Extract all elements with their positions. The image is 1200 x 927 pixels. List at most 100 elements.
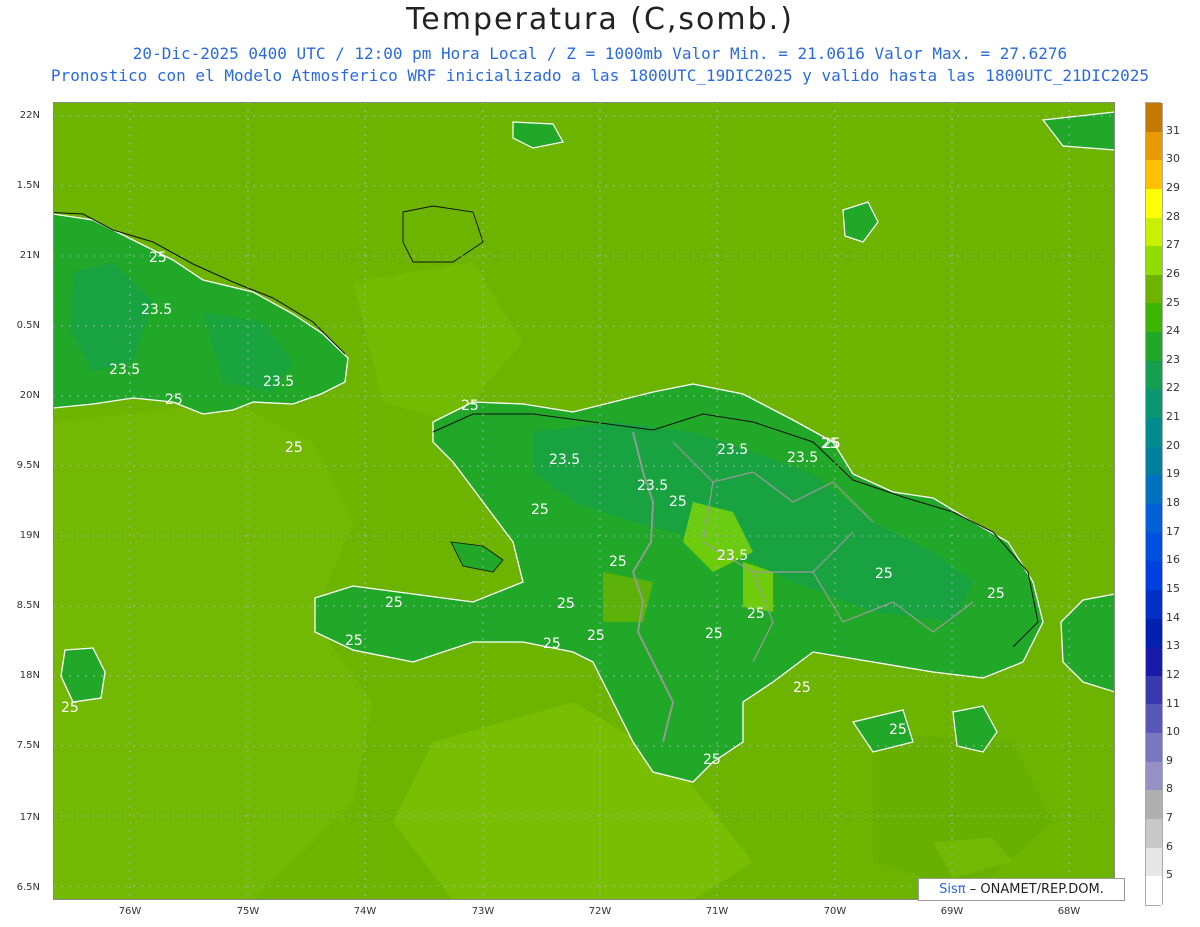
lat-label: 6.5N <box>16 882 40 893</box>
colorbar-label: 28 <box>1166 209 1180 223</box>
colorbar-label: 10 <box>1166 725 1180 739</box>
colorbar-label: 20 <box>1166 438 1180 452</box>
contour-label: 25 <box>821 436 839 452</box>
colorbar-label: 16 <box>1166 553 1180 567</box>
lon-label: 68W <box>1057 906 1081 917</box>
contour-label: 25 <box>703 752 721 768</box>
colorbar-label: 26 <box>1166 266 1180 280</box>
colorbar-label: 24 <box>1166 324 1180 338</box>
contour-label: 25 <box>61 700 79 716</box>
contour-label: 25 <box>889 722 907 738</box>
colorbar-swatch <box>1145 418 1163 447</box>
lon-label: 69W <box>940 906 964 917</box>
contour-label: 23.5 <box>549 452 580 468</box>
colorbar-swatch <box>1145 131 1163 161</box>
contour-label: 25 <box>557 596 575 612</box>
colorbar-swatch <box>1145 360 1163 390</box>
colorbar-label: 30 <box>1166 152 1180 166</box>
contour-label: 23.5 <box>787 450 818 466</box>
colorbar-swatch <box>1145 532 1163 562</box>
lat-label: 0.5N <box>16 320 40 331</box>
credit-box: Sisπ – ONAMET/REP.DOM. <box>918 878 1125 901</box>
map-subtitle-1: 20-Dic-2025 0400 UTC / 12:00 pm Hora Loc… <box>132 44 1068 63</box>
colorbar-swatch <box>1145 160 1163 189</box>
lat-label: 17N <box>19 812 40 823</box>
colorbar-swatch <box>1145 503 1163 533</box>
colorbar-swatch <box>1145 303 1163 333</box>
colorbar-label: 23 <box>1166 352 1180 366</box>
colorbar-label: 15 <box>1166 581 1180 595</box>
colorbar-swatch <box>1145 103 1163 132</box>
map-frame: 25 23.5 23.5 23.5 25 25 25 23.5 23.5 23.… <box>42 102 1116 900</box>
colorbar-label: 13 <box>1166 639 1180 653</box>
contour-label: 23.5 <box>637 478 668 494</box>
colorbar <box>1145 102 1163 906</box>
lon-label: 75W <box>236 906 260 917</box>
colorbar-label: 18 <box>1166 496 1180 509</box>
colorbar-swatch <box>1145 704 1163 734</box>
contour-label: 25 <box>587 628 605 644</box>
contour-label: 25 <box>285 440 303 456</box>
contour-label: 23.5 <box>717 548 748 564</box>
colorbar-swatch <box>1145 589 1163 619</box>
colorbar-label: 25 <box>1166 295 1180 309</box>
contour-label: 25 <box>543 636 561 652</box>
lat-label: 9.5N <box>16 460 40 471</box>
credit-org: – ONAMET/REP.DOM. <box>969 882 1104 897</box>
contour-label: 23.5 <box>717 442 748 458</box>
colorbar-swatch <box>1145 274 1163 304</box>
colorbar-swatch <box>1145 790 1163 820</box>
colorbar-label: 19 <box>1166 467 1180 481</box>
colorbar-label: 31 <box>1166 123 1180 137</box>
temperature-map: 25 23.5 23.5 23.5 25 25 25 23.5 23.5 23.… <box>42 102 1116 900</box>
colorbar-swatch <box>1145 618 1163 648</box>
contour-label: 23.5 <box>109 362 140 378</box>
contour-label: 25 <box>149 250 167 266</box>
colorbar-swatch <box>1145 675 1163 705</box>
colorbar-swatch <box>1145 733 1163 762</box>
colorbar-label: 11 <box>1166 696 1180 710</box>
colorbar-swatch <box>1145 246 1163 275</box>
contour-label: 25 <box>609 554 627 570</box>
colorbar-label: 9 <box>1166 753 1173 767</box>
lat-label: 19N <box>19 530 40 541</box>
colorbar-label: 7 <box>1166 811 1173 825</box>
colorbar-label: 5 <box>1166 868 1173 882</box>
colorbar-swatch <box>1145 188 1163 218</box>
lat-label: 7.5N <box>16 740 40 751</box>
contour-label: 25 <box>747 606 765 622</box>
lat-label: 22N <box>19 110 40 121</box>
contour-label: 25 <box>531 502 549 518</box>
colorbar-label: 17 <box>1166 524 1180 538</box>
lat-label: 1.5N <box>16 180 40 191</box>
colorbar-swatch <box>1145 847 1163 877</box>
contour-label: 25 <box>165 392 183 408</box>
contour-label: 25 <box>385 595 403 611</box>
colorbar-label: 22 <box>1166 381 1180 395</box>
lat-label: 8.5N <box>16 600 40 611</box>
contour-label: 25 <box>345 633 363 649</box>
colorbar-label: 27 <box>1166 238 1180 252</box>
lat-label: 21N <box>19 250 40 261</box>
warm-patch-sw <box>53 402 373 900</box>
colorbar-swatch <box>1145 332 1163 361</box>
colorbar-swatch <box>1145 475 1163 504</box>
colorbar-label: 14 <box>1166 610 1180 624</box>
colorbar-label: 8 <box>1166 782 1173 796</box>
contour-label: 25 <box>987 586 1005 602</box>
lat-label: 18N <box>19 670 40 681</box>
colorbar-swatch <box>1145 876 1163 905</box>
credit-sis: Sisπ <box>939 882 966 897</box>
colorbar-swatch <box>1145 446 1163 476</box>
colorbar-swatch <box>1145 647 1163 676</box>
colorbar-label: 6 <box>1166 839 1173 853</box>
lon-label: 70W <box>823 906 847 917</box>
colorbar-swatch <box>1145 389 1163 419</box>
colorbar-swatch <box>1145 761 1163 791</box>
colorbar-swatch <box>1145 819 1163 848</box>
colorbar-label: 12 <box>1166 667 1180 681</box>
colorbar-swatch <box>1145 217 1163 247</box>
contour-label: 25 <box>669 494 687 510</box>
lon-label: 76W <box>118 906 142 917</box>
map-title: Temperatura (C,somb.) <box>406 2 794 37</box>
